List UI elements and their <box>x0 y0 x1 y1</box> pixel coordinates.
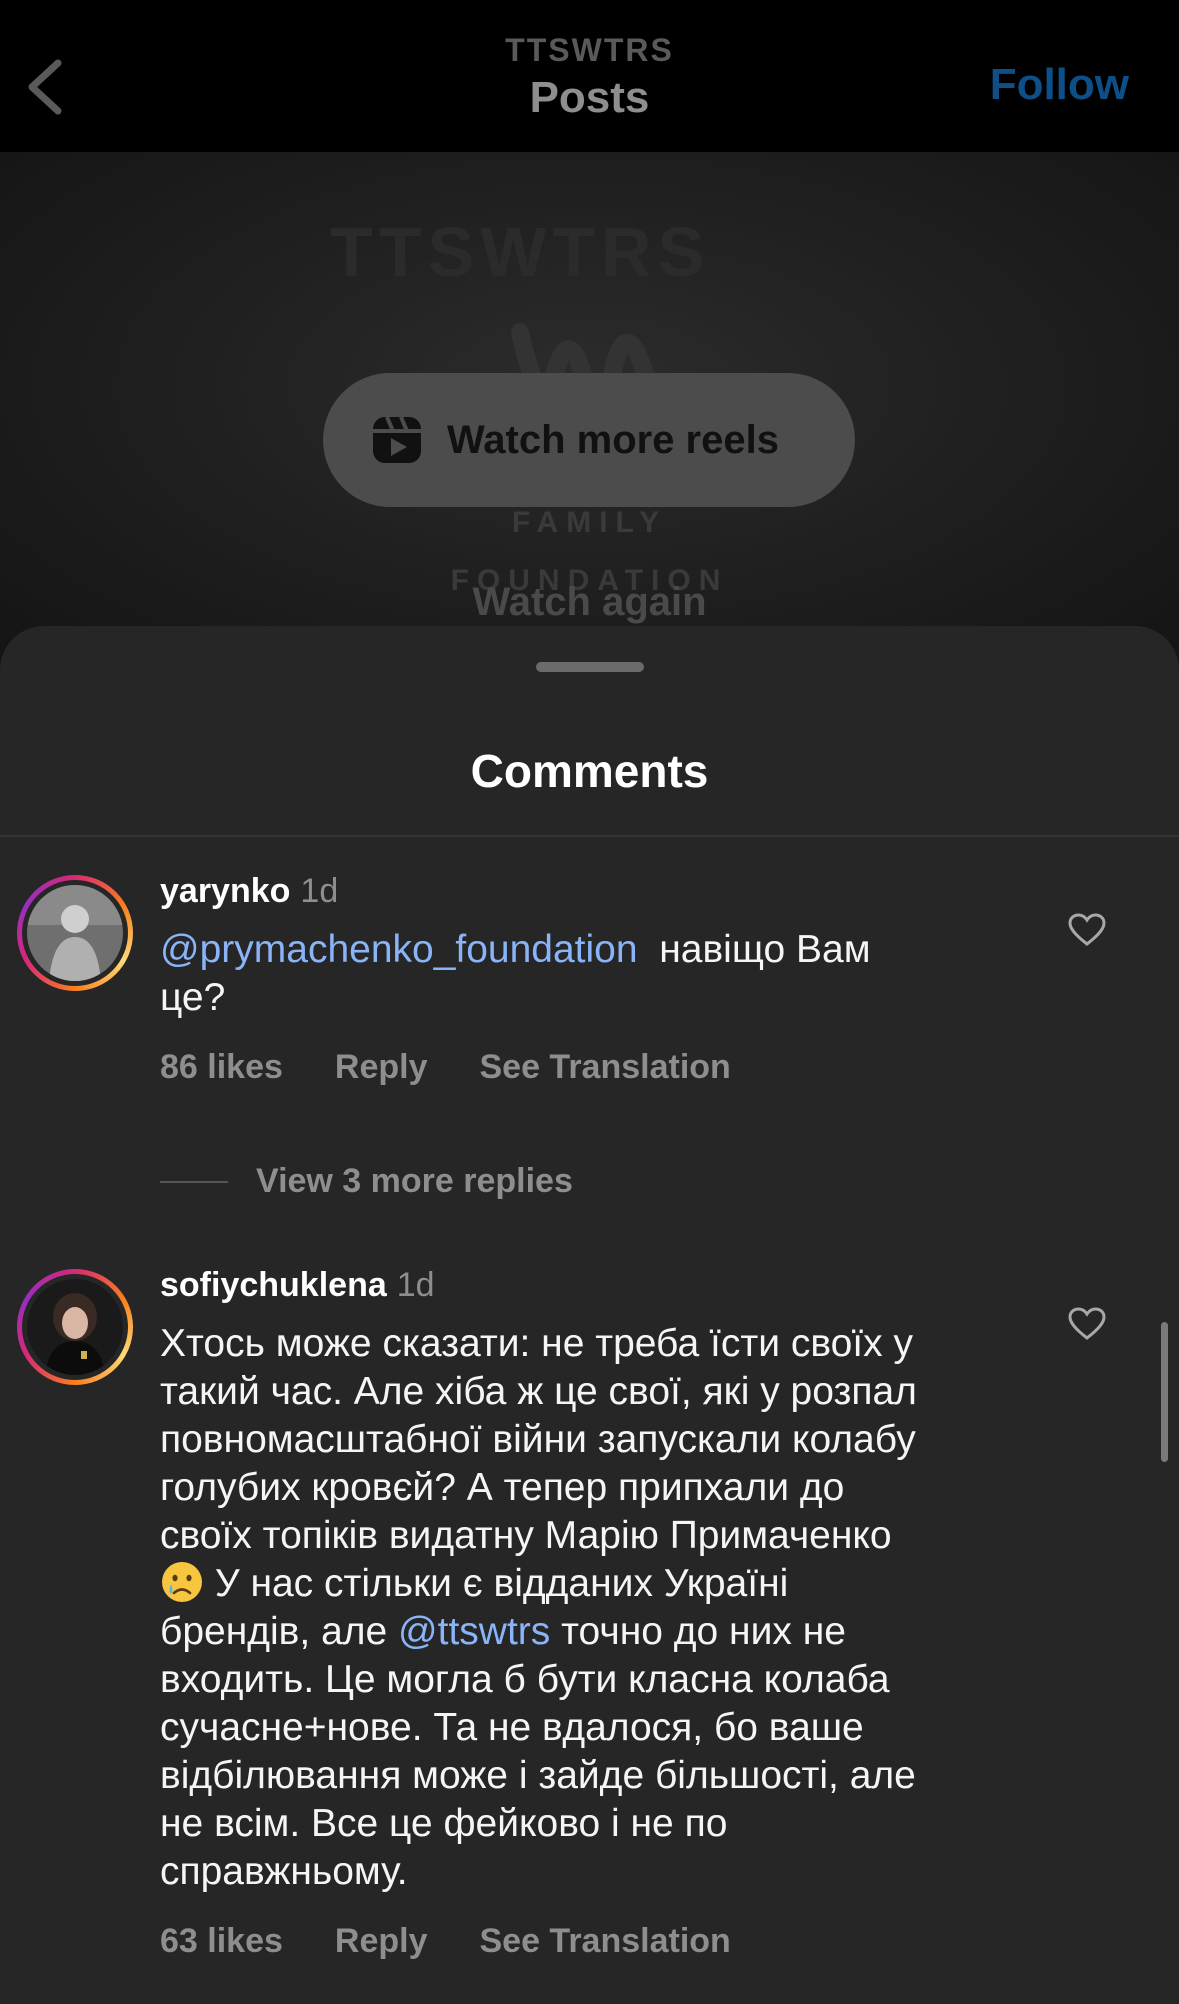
comment-text-line: відбілювання може і зайде більшості, але <box>160 1754 916 1797</box>
comment-username[interactable]: sofiychuklena <box>160 1266 387 1304</box>
comment-meta: 63 likes Reply See Translation <box>160 1922 731 1961</box>
reply-button[interactable]: Reply <box>335 1922 428 1961</box>
comment-text-line: такий час. Але хіба ж це свої, які у роз… <box>160 1370 917 1413</box>
comment-text-line: своїх топіків видатну Марію Примаченко <box>160 1514 892 1557</box>
avatar[interactable] <box>17 875 133 991</box>
comment-text-segment: навіщо Вам <box>637 928 871 971</box>
comment-text-line: голубих кровєй? А тепер припхали до <box>160 1466 845 1509</box>
comment-text-segment: це? <box>160 976 226 1019</box>
view-replies-label: View 3 more replies <box>256 1162 573 1200</box>
scrollbar[interactable] <box>1161 1322 1168 1462</box>
see-translation-button[interactable]: See Translation <box>479 1922 730 1961</box>
sheet-title: Comments <box>470 745 709 797</box>
view-more-replies-button[interactable]: View 3 more replies <box>160 1162 573 1201</box>
follow-button[interactable]: Follow <box>990 60 1129 110</box>
crying-emoji <box>162 1562 202 1602</box>
avatar-photo-icon <box>27 885 123 981</box>
comment-time: 1d <box>300 872 339 910</box>
avatar-photo-icon <box>27 1279 123 1375</box>
comment-text-line: не всім. Все це фейково і не по <box>160 1802 728 1845</box>
video-overlay-line: FAMILY <box>511 506 668 539</box>
watch-more-reels-label: Watch more reels <box>447 417 779 462</box>
comment-mention[interactable]: @prymachenko_foundation <box>160 928 638 971</box>
comment-likes[interactable]: 86 likes <box>160 1048 283 1087</box>
comment-header: yarynko 1d <box>160 872 338 911</box>
comment-time: 1d <box>396 1266 435 1304</box>
comment-text-segment: точно до них не <box>550 1610 846 1653</box>
watch-more-reels-button[interactable]: Watch more reels <box>323 373 855 507</box>
comment-likes[interactable]: 63 likes <box>160 1922 283 1961</box>
comment-text-line: Хтось може сказати: не треба їсти своїх … <box>160 1322 913 1365</box>
avatar-image <box>27 885 123 981</box>
sheet-drag-handle[interactable] <box>536 662 644 672</box>
top-bar: TTSWTRS Posts Follow <box>0 0 1179 152</box>
divider <box>0 835 1179 837</box>
comment-text: Хтось може сказати: не треба їсти своїх … <box>160 1320 1020 1896</box>
comment-text-segment: У нас стільки є відданих Україні <box>204 1562 789 1605</box>
heart-icon[interactable] <box>1068 1307 1106 1341</box>
comment-header: sofiychuklena 1d <box>160 1266 435 1305</box>
comment-mention[interactable]: @ttswtrs <box>398 1610 550 1653</box>
comment-text-line: справжньому. <box>160 1850 408 1893</box>
reels-icon <box>373 416 421 463</box>
video-player[interactable]: TTSWTRS PRYMACHENKO FAMILY FOUNDATION Wa… <box>0 152 1179 672</box>
comment-text-line: повномасштабної війни запускали колабу <box>160 1418 916 1461</box>
heart-icon[interactable] <box>1068 913 1106 947</box>
avatar-image <box>27 1279 123 1375</box>
avatar[interactable] <box>17 1269 133 1385</box>
comment-text-segment: брендів, але <box>160 1610 399 1653</box>
divider <box>160 1180 228 1183</box>
video-logo-watermark: TTSWTRS <box>330 213 711 291</box>
comment-meta: 86 likes Reply See Translation <box>160 1048 731 1087</box>
comment-text: @prymachenko_foundation навіщо Вам це? <box>160 926 1020 1022</box>
see-translation-button[interactable]: See Translation <box>479 1048 730 1087</box>
comment-username[interactable]: yarynko <box>160 872 290 910</box>
watch-again-button[interactable]: Watch again <box>0 580 1179 625</box>
comment-text-line: входить. Це могла б бути класна колаба <box>160 1658 890 1701</box>
reply-button[interactable]: Reply <box>335 1048 428 1087</box>
comment-text-line: сучасне+нове. Та не вдалося, бо ваше <box>160 1706 864 1749</box>
